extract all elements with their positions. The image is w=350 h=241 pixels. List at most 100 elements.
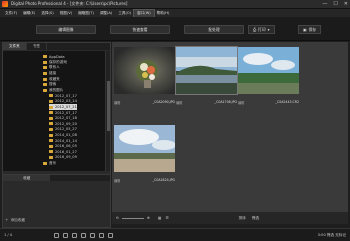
folder-label: 我的图片 (49, 87, 64, 92)
list-view-icon[interactable]: ☰ (165, 216, 168, 220)
folder-label: 搜索 (49, 82, 57, 87)
folder-tree-item[interactable]: 收藏夹 (43, 76, 60, 81)
save-icon: ▣ (303, 27, 307, 32)
folder-label: 2016_01_27 (55, 149, 77, 154)
scroll-thumb[interactable] (107, 81, 110, 131)
quick-check-button[interactable]: 快速查看 (110, 25, 170, 34)
star-rating-icon[interactable] (81, 232, 87, 238)
check-mark-icon[interactable] (72, 232, 78, 238)
folder-tree-item[interactable]: 联系人 (43, 65, 60, 70)
folder-tree-item[interactable]: 搜索 (43, 82, 56, 87)
folder-tree-item[interactable]: 2012_07_21 (49, 104, 77, 110)
photo-thumbnail[interactable] (238, 47, 299, 94)
folder-tree-item[interactable]: 2016_01_27 (49, 149, 77, 154)
folder-icon (49, 99, 53, 103)
folder-icon (43, 88, 47, 92)
folder-tree-item[interactable]: 音乐 (43, 160, 56, 165)
add-favorite-label: 添加收藏 (10, 218, 25, 222)
maximize-button[interactable]: ☐ (333, 1, 337, 7)
photo-thumbnail[interactable] (114, 125, 175, 172)
tab-bookmarks[interactable]: 书签 (27, 43, 47, 50)
minimize-button[interactable]: — (322, 1, 327, 7)
grid-icon[interactable] (108, 232, 114, 238)
folder-tree-item[interactable]: 2012_07_17 (49, 110, 77, 115)
folder-label: 2012_07_18 (55, 116, 77, 121)
view-mode-icon[interactable]: ▦ (158, 216, 161, 220)
rotate-right-icon[interactable] (63, 232, 69, 238)
folder-label: AppData (49, 54, 65, 59)
zoom-in-icon[interactable]: ⊕ (147, 216, 150, 220)
menu-window[interactable]: 窗口(W) (133, 8, 155, 18)
menu-view[interactable]: 视图(V) (57, 10, 75, 17)
thumbnail-filename: _C0A1708.JPG (214, 100, 238, 104)
title-bar: Digital Photo Professional 4 - [文件夹: C:\… (0, 0, 350, 9)
menu-thumbnail[interactable]: 缩略图(T) (75, 10, 97, 17)
item-count: 1 / 4 (4, 233, 13, 237)
zoom-out-icon[interactable]: ⊖ (116, 216, 119, 220)
tab-folders[interactable]: 文件夹 (3, 43, 27, 50)
folder-icon (49, 155, 53, 159)
folder-icon (43, 55, 47, 59)
folder-tree-item[interactable]: 2014_01_08 (49, 132, 77, 137)
main-toolbar: 编辑图像 快速查看 批处理 ⎙ 打印 ▾ ▣ 保存 (0, 17, 350, 41)
filter-label[interactable]: 筛选 (252, 216, 259, 221)
folder-tree-item[interactable]: 2012_07_18 (49, 116, 77, 121)
menu-select[interactable]: 选择(S) (38, 10, 56, 17)
folder-icon (49, 94, 53, 98)
folder-tree-item[interactable]: 2014_01_14 (49, 138, 77, 143)
sort-label[interactable]: 排序 (239, 216, 246, 221)
folder-label: 2014_01_08 (55, 133, 77, 138)
folder-label: 保存的游戏 (49, 59, 67, 64)
status-right-text: 3:00 筛选 无标记 (317, 232, 346, 237)
status-tools (52, 232, 115, 238)
menu-help[interactable]: 帮助(H) (154, 10, 173, 17)
save-button[interactable]: ▣ 保存 (298, 25, 322, 34)
thumbnail-card[interactable]: 编辑 _C0A2090.JPG (114, 47, 175, 109)
plus-icon: ＋ (5, 218, 9, 222)
folder-label: 联系人 (49, 65, 60, 70)
thumbnail-card[interactable]: 编辑 _C0A1708.JPG (175, 46, 238, 109)
menu-adjust[interactable]: 调整(A) (97, 10, 115, 17)
batch-process-button[interactable]: 批处理 (184, 25, 244, 34)
thumbnail-card[interactable]: 编辑 _C0A2443.CR2 (238, 47, 299, 109)
folder-label: 2012_09_20 (55, 121, 77, 126)
folder-tree-item[interactable]: 2012_05_27 (49, 127, 77, 132)
folder-tree-item[interactable]: 我的图片 (43, 88, 63, 93)
folder-tree-item[interactable]: 2012_07_17 (49, 93, 77, 98)
folder-tree-item[interactable]: 2016_06_05 (49, 144, 77, 149)
window-title: Digital Photo Professional 4 - [文件夹: C:\… (11, 1, 128, 6)
print-button[interactable]: ⎙ 打印 ▾ (248, 25, 275, 34)
thumbnail-tag: 编辑 (114, 101, 121, 105)
folder-label: 2016_09_09 (55, 155, 77, 160)
folder-tree-item[interactable]: 2012_09_20 (49, 121, 77, 126)
zoom-slider[interactable] (122, 217, 145, 219)
add-favorite-button[interactable]: ＋ 添加收藏 (5, 218, 25, 223)
menu-tools[interactable]: 工具(O) (115, 10, 134, 17)
thumbnail-tag: 编辑 (238, 101, 245, 105)
rotate-left-icon[interactable] (54, 232, 60, 238)
menu-file[interactable]: 文件(F) (2, 10, 20, 17)
folder-icon (49, 105, 53, 109)
menu-edit[interactable]: 编辑(E) (20, 10, 38, 17)
photo-thumbnail[interactable] (175, 46, 238, 95)
folder-label: 2014_01_14 (55, 138, 77, 143)
save-label: 保存 (308, 26, 317, 32)
folder-tree-item[interactable]: 链接 (43, 71, 56, 76)
thumbnail-card[interactable]: 编辑 _C0A1824.JPG (114, 125, 175, 187)
folder-icon (49, 116, 53, 120)
folder-icon (43, 77, 47, 81)
tree-scrollbar[interactable] (105, 51, 110, 171)
folder-tree-item[interactable]: 2012_03_14 (49, 99, 77, 104)
compare-icon[interactable] (99, 232, 105, 238)
tab-favorites[interactable]: 收藏 (3, 175, 51, 181)
folder-tree-item[interactable]: 2016_09_09 (49, 155, 77, 160)
folder-icon (49, 150, 53, 154)
photo-thumbnail[interactable] (114, 47, 175, 94)
folder-label: 收藏夹 (49, 76, 60, 81)
close-button[interactable]: ✕ (344, 1, 348, 7)
folder-tree-item[interactable]: AppData (43, 54, 65, 59)
edit-image-window-button[interactable]: 编辑图像 (36, 25, 96, 34)
folder-icon (49, 127, 53, 131)
print-label: 打印 (258, 26, 266, 32)
delete-icon[interactable] (90, 232, 96, 238)
